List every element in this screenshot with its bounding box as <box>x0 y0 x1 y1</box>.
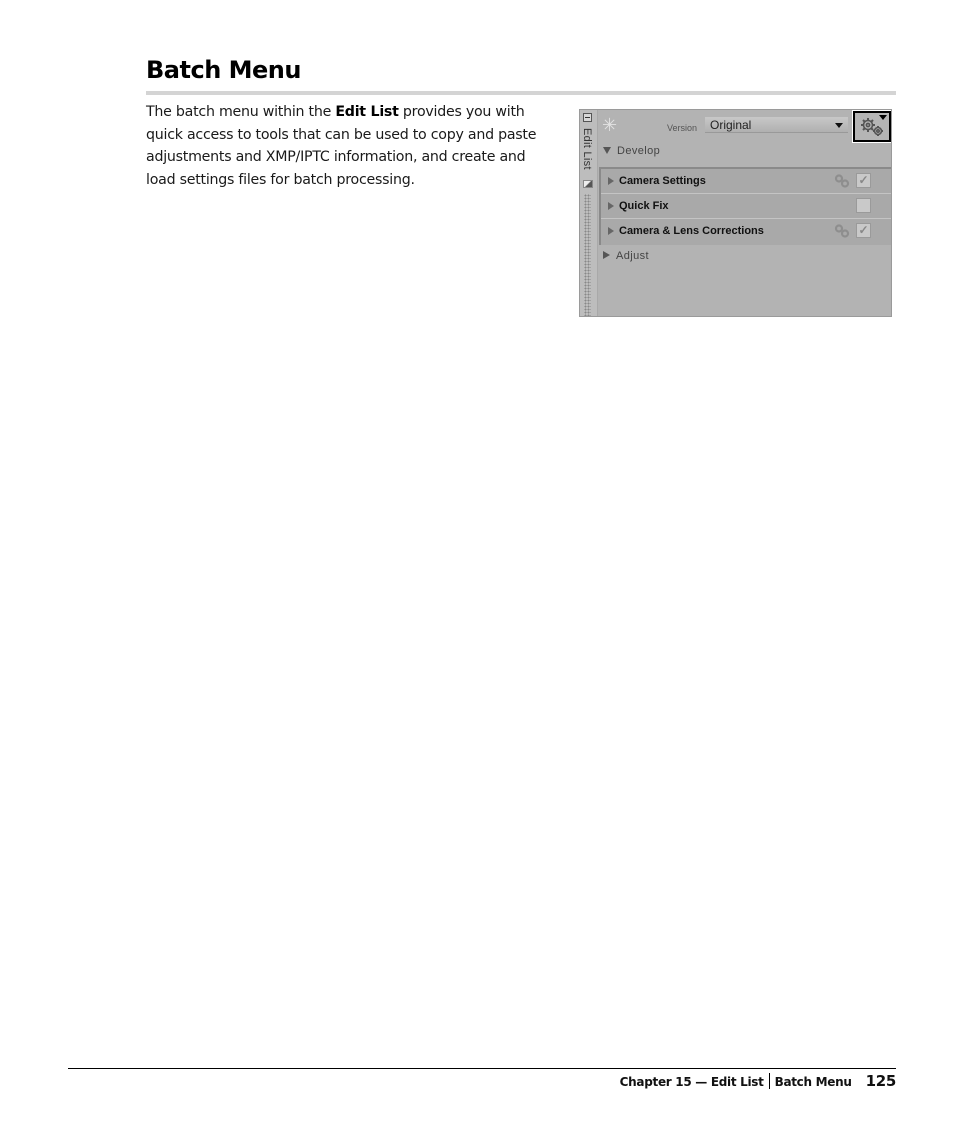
develop-steps-list: Camera Settings ✓ Quick Fix Camera & Len… <box>599 167 891 245</box>
section-develop[interactable]: Develop <box>603 145 660 157</box>
spinner-icon: ✳ <box>602 115 618 135</box>
page-title: Batch Menu <box>146 56 301 84</box>
expanded-triangle-icon <box>603 147 611 154</box>
step-checkbox[interactable] <box>856 198 871 213</box>
collapsed-triangle-icon <box>608 177 614 185</box>
section-develop-label: Develop <box>617 145 661 157</box>
step-label: Camera & Lens Corrections <box>619 225 764 237</box>
link-icon <box>834 174 850 188</box>
body-text-before: The batch menu within the <box>146 104 336 120</box>
body-paragraph: The batch menu within the Edit List prov… <box>146 101 556 191</box>
section-adjust[interactable]: Adjust <box>603 250 649 262</box>
drag-handle[interactable] <box>584 194 591 316</box>
version-select[interactable]: Original <box>705 117 848 133</box>
collapsed-triangle-icon <box>608 227 614 235</box>
side-label: Edit List <box>581 128 593 170</box>
page-number: 125 <box>865 1072 897 1090</box>
footer-section: Batch Menu <box>774 1075 852 1089</box>
footer-chapter: Chapter 15 — Edit List <box>619 1075 764 1089</box>
version-label: Version <box>667 123 698 133</box>
edit-list-panel-screenshot: Edit List ✳ Version Original Develop Cam… <box>579 109 892 317</box>
batch-menu-button[interactable] <box>852 110 891 143</box>
version-value: Original <box>710 118 752 132</box>
collapsed-triangle-icon <box>608 202 614 210</box>
chevron-down-icon <box>879 115 887 120</box>
step-checkbox[interactable]: ✓ <box>856 173 871 188</box>
step-row-camera-settings[interactable]: Camera Settings ✓ <box>601 169 891 194</box>
footer-divider <box>68 1068 896 1069</box>
edit-list-side-strip: Edit List <box>580 110 598 316</box>
collapse-icon[interactable] <box>583 113 592 122</box>
dropdown-arrow-icon <box>835 123 843 128</box>
title-divider <box>146 91 896 95</box>
step-label: Quick Fix <box>619 200 669 212</box>
link-icon <box>834 224 850 238</box>
collapsed-triangle-icon <box>603 251 610 259</box>
section-adjust-label: Adjust <box>616 250 649 262</box>
resize-icon[interactable] <box>583 180 593 188</box>
step-row-quick-fix[interactable]: Quick Fix <box>601 194 891 219</box>
step-checkbox[interactable]: ✓ <box>856 223 871 238</box>
body-text-bold: Edit List <box>335 104 399 120</box>
page-footer: Chapter 15 — Edit List Batch Menu 125 <box>600 1072 897 1090</box>
footer-separator <box>768 1073 770 1089</box>
step-label: Camera Settings <box>619 175 706 187</box>
step-row-camera-lens-corrections[interactable]: Camera & Lens Corrections ✓ <box>601 219 891 244</box>
